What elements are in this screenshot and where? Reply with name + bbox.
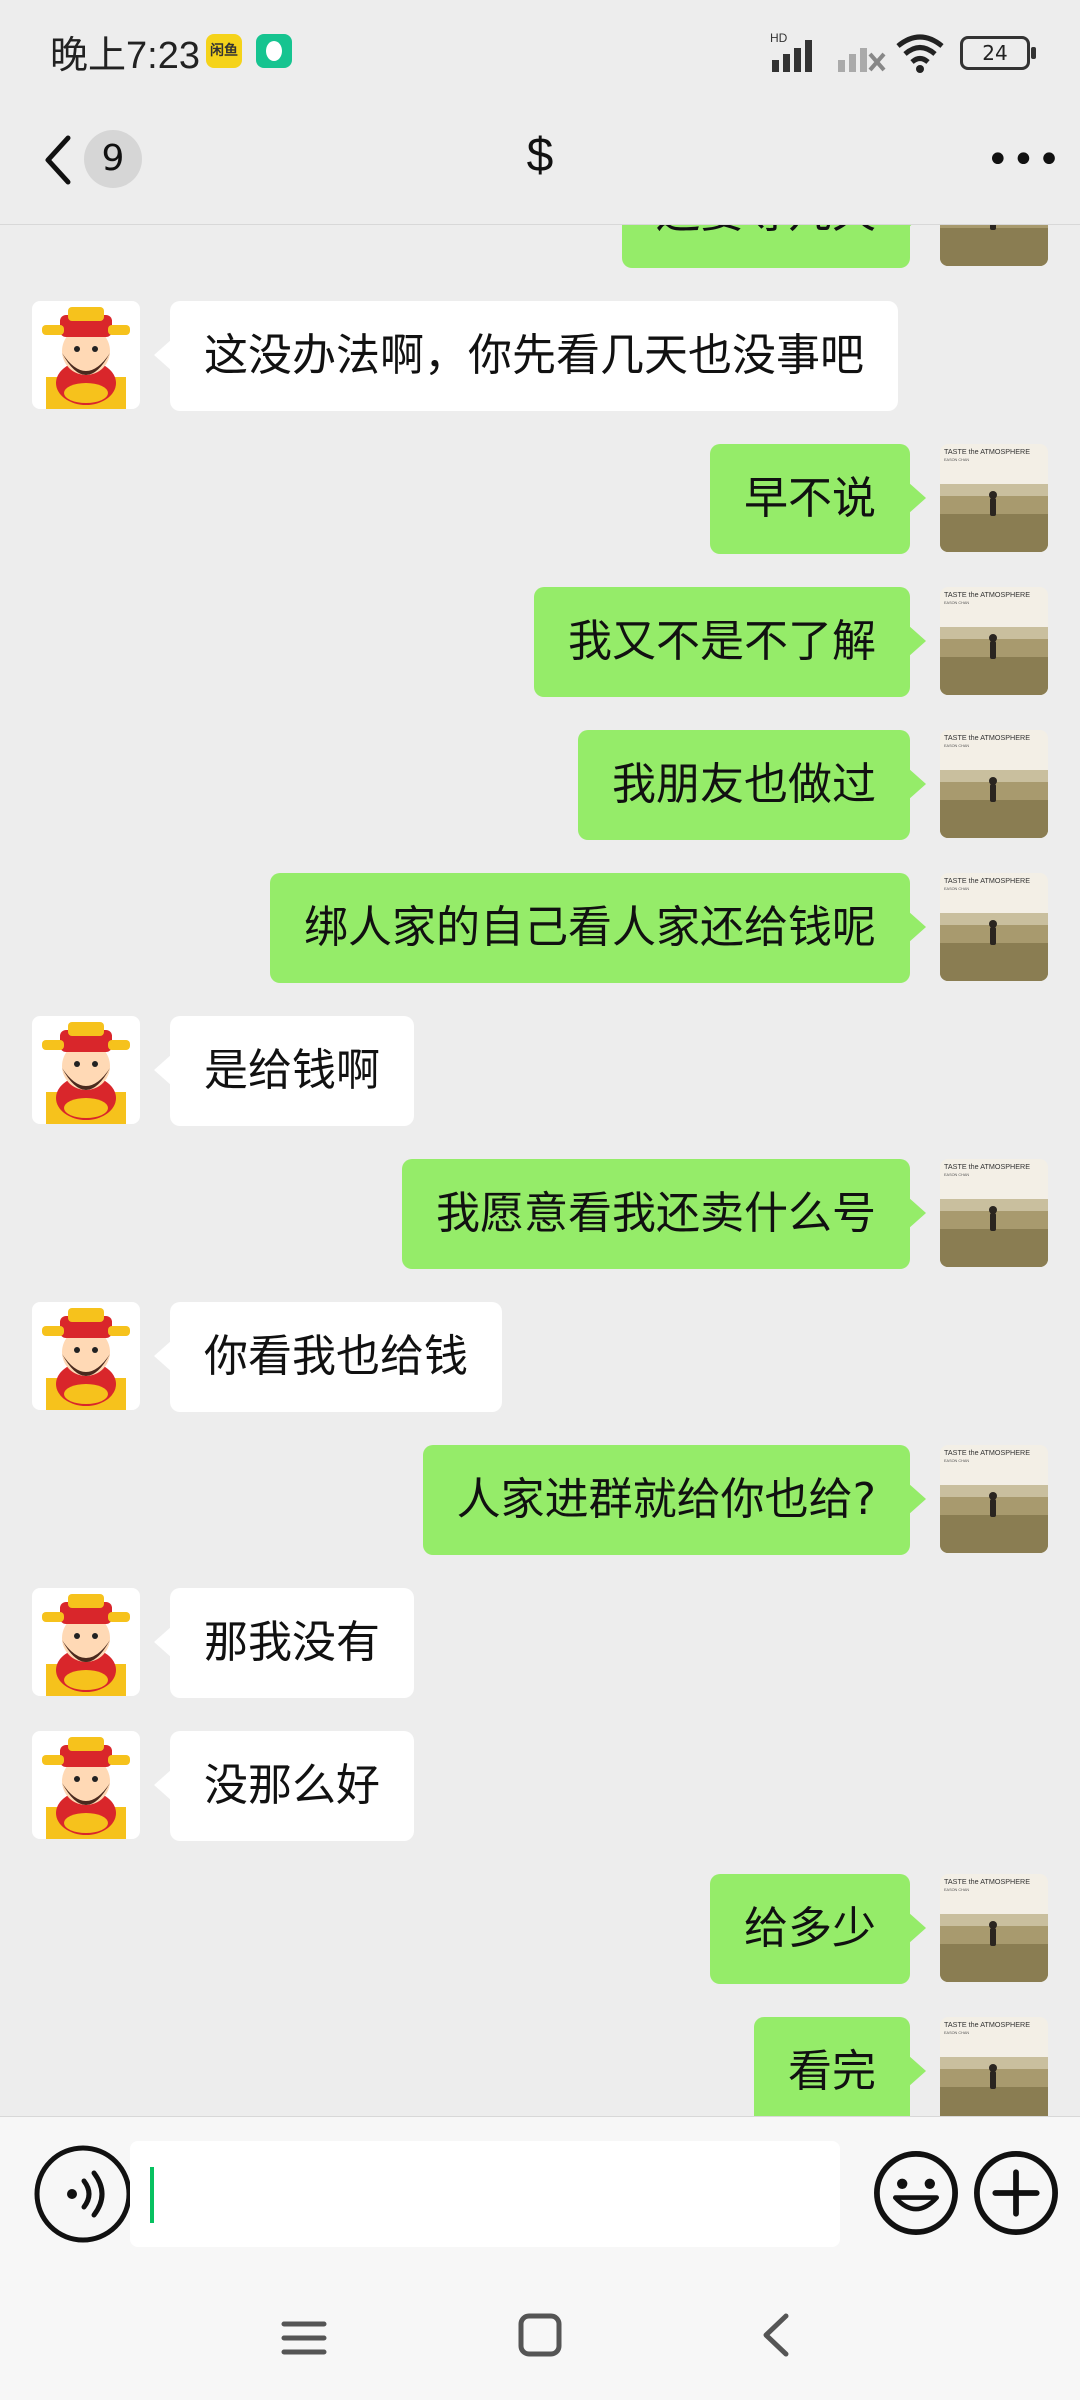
self-avatar-subcaption: EASON CHAN	[944, 744, 969, 748]
self-avatar[interactable]: TASTE the ATMOSPHERE EASON CHAN	[940, 730, 1048, 838]
self-avatar[interactable]: TASTE the ATMOSPHEREEASON CHAN	[940, 224, 1048, 266]
signal-icon: HD	[770, 31, 812, 72]
self-avatar-caption: TASTE the ATMOSPHERE	[944, 2020, 1030, 2029]
self-avatar-subcaption: EASON CHAN	[944, 1173, 969, 1177]
self-avatar[interactable]: TASTE the ATMOSPHERE EASON CHAN	[940, 1874, 1048, 1982]
outgoing-message: TASTE the ATMOSPHERE EASON CHAN 我又不是不了解	[0, 587, 1080, 697]
status-indicators: HD 24	[770, 30, 1036, 74]
contact-avatar[interactable]	[32, 1588, 140, 1696]
add-more-icon[interactable]	[970, 2147, 1062, 2239]
self-avatar[interactable]: TASTE the ATMOSPHERE EASON CHAN	[940, 444, 1048, 552]
more-options-icon[interactable]: •••	[986, 140, 1061, 180]
message-bubble[interactable]: 是给钱啊	[154, 1016, 414, 1126]
self-avatar-subcaption: EASON CHAN	[944, 2031, 969, 2035]
self-avatar[interactable]: TASTE the ATMOSPHERE EASON CHAN	[940, 1445, 1048, 1553]
wifi-icon	[896, 34, 944, 73]
incoming-message: 是给钱啊	[0, 1016, 1080, 1126]
self-avatar-subcaption: EASON CHAN	[944, 458, 969, 462]
message-bubble[interactable]: 早不说	[710, 444, 926, 554]
message-bubble[interactable]: 你看我也给钱	[154, 1302, 502, 1412]
security-app-icon	[256, 34, 292, 68]
contact-avatar[interactable]	[32, 1016, 140, 1124]
status-time: 晚上7:23	[50, 35, 200, 77]
self-avatar[interactable]: TASTE the ATMOSPHERE EASON CHAN	[940, 587, 1048, 695]
hd-label: HD	[770, 31, 788, 45]
self-avatar-caption: TASTE the ATMOSPHERE	[944, 590, 1030, 599]
self-avatar-subcaption: EASON CHAN	[944, 601, 969, 605]
self-avatar-caption: TASTE the ATMOSPHERE	[944, 876, 1030, 885]
message-bubble[interactable]: 绑人家的自己看人家还给钱呢	[270, 873, 926, 983]
outgoing-message: TASTE the ATMOSPHERE EASON CHAN 给多少	[0, 1874, 1080, 1984]
self-avatar-subcaption: EASON CHAN	[944, 1459, 969, 1463]
incoming-message: 这没办法啊，你先看几天也没事吧	[0, 301, 1080, 411]
battery-indicator: 24	[960, 36, 1036, 70]
self-avatar-caption: TASTE the ATMOSPHERE	[944, 733, 1030, 742]
self-avatar-caption: TASTE the ATMOSPHERE	[944, 1162, 1030, 1171]
message-bubble[interactable]: 这没办法啊，你先看几天也没事吧	[154, 301, 898, 411]
system-back-icon[interactable]	[752, 2310, 802, 2360]
message-input[interactable]	[130, 2141, 840, 2247]
self-avatar-caption: TASTE the ATMOSPHERE	[944, 447, 1030, 456]
message-bubble[interactable]: 我愿意看我还卖什么号	[402, 1159, 926, 1269]
incoming-message: 那我没有	[0, 1588, 1080, 1698]
contact-avatar[interactable]	[32, 1302, 140, 1410]
incoming-message: 你看我也给钱	[0, 1302, 1080, 1412]
outgoing-message: TASTE the ATMOSPHERE EASON CHAN 我愿意看我还卖什么号	[0, 1159, 1080, 1269]
self-avatar-caption: TASTE the ATMOSPHERE	[944, 1877, 1030, 1886]
input-bar	[0, 2116, 1080, 2271]
self-avatar-caption: TASTE the ATMOSPHERE	[944, 1448, 1030, 1457]
self-avatar-subcaption: EASON CHAN	[944, 1888, 969, 1892]
emoji-icon[interactable]	[870, 2147, 962, 2239]
signal-2-icon	[838, 48, 886, 72]
status-bar: 晚上7:23 闲鱼 HD 24	[0, 0, 1080, 100]
xianyu-app-icon: 闲鱼	[206, 34, 242, 68]
outgoing-message: TASTE the ATMOSPHERE EASON CHAN 人家进群就给你也给?	[0, 1445, 1080, 1555]
self-avatar[interactable]: TASTE the ATMOSPHERE EASON CHAN	[940, 873, 1048, 981]
self-avatar[interactable]: TASTE the ATMOSPHERE EASON CHAN	[940, 2017, 1048, 2116]
self-avatar-subcaption: EASON CHAN	[944, 887, 969, 891]
outgoing-message: TASTE the ATMOSPHEREEASON CHAN 还要等几天	[0, 224, 1080, 268]
message-bubble[interactable]: 我朋友也做过	[578, 730, 926, 840]
incoming-message: 没那么好	[0, 1731, 1080, 1841]
outgoing-message: TASTE the ATMOSPHERE EASON CHAN 绑人家的自己看人家还…	[0, 873, 1080, 983]
recent-apps-icon[interactable]	[280, 2314, 328, 2362]
outgoing-message: TASTE the ATMOSPHERE EASON CHAN 看完	[0, 2017, 1080, 2116]
text-caret	[150, 2167, 154, 2223]
message-bubble[interactable]: 还要等几天	[622, 224, 926, 268]
outgoing-message: TASTE the ATMOSPHERE EASON CHAN 早不说	[0, 444, 1080, 554]
chat-title: $	[526, 129, 554, 182]
home-icon[interactable]	[515, 2310, 565, 2360]
system-navigation-bar	[0, 2270, 1080, 2400]
contact-avatar[interactable]	[32, 1731, 140, 1839]
chat-header: 9 $ •••	[0, 100, 1080, 225]
message-bubble[interactable]: 那我没有	[154, 1588, 414, 1698]
message-bubble[interactable]: 我又不是不了解	[534, 587, 926, 697]
self-avatar[interactable]: TASTE the ATMOSPHERE EASON CHAN	[940, 1159, 1048, 1267]
voice-input-icon[interactable]	[28, 2139, 138, 2249]
contact-avatar[interactable]	[32, 301, 140, 409]
message-bubble[interactable]: 人家进群就给你也给?	[422, 1445, 927, 1555]
outgoing-message: TASTE the ATMOSPHERE EASON CHAN 我朋友也做过	[0, 730, 1080, 840]
message-bubble[interactable]: 给多少	[710, 1874, 926, 1984]
message-bubble[interactable]: 看完	[754, 2017, 926, 2116]
message-bubble[interactable]: 没那么好	[154, 1731, 414, 1841]
message-list[interactable]: TASTE the ATMOSPHEREEASON CHAN还要等几天这没办法啊…	[0, 224, 1080, 2116]
